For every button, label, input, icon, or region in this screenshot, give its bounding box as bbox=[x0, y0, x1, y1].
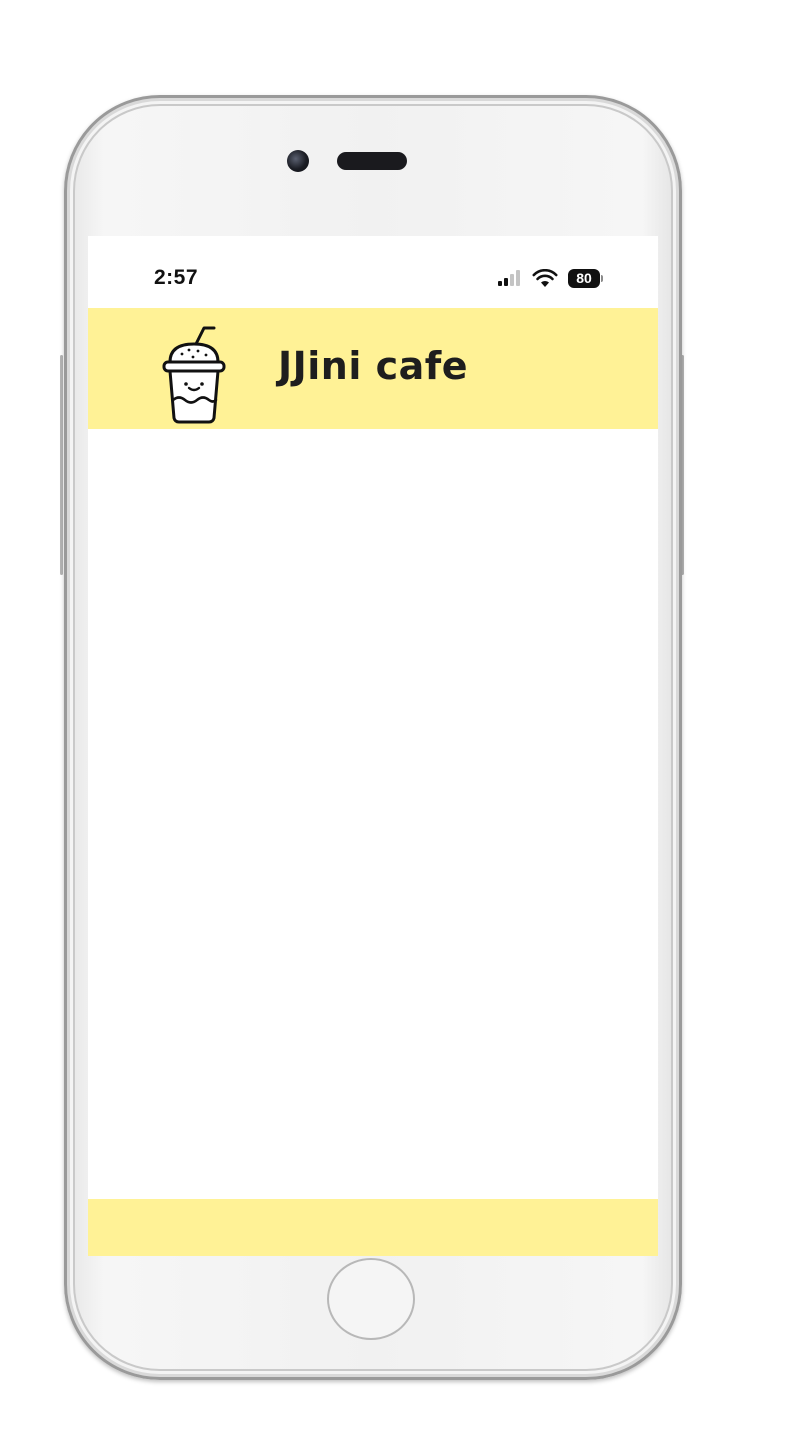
bottom-bar bbox=[88, 1199, 658, 1256]
phone-side-button-left bbox=[60, 355, 63, 575]
app-header: JJini cafe bbox=[88, 308, 658, 429]
battery-cap bbox=[601, 274, 603, 282]
app-title: JJini cafe bbox=[278, 344, 469, 388]
signal-icon bbox=[498, 270, 522, 286]
battery-icon: 80 bbox=[568, 268, 603, 288]
front-camera bbox=[287, 150, 309, 172]
phone-screen: 2:57 80 JJini cafe bbox=[88, 236, 658, 1256]
battery-level: 80 bbox=[568, 268, 600, 288]
wifi-icon bbox=[532, 268, 558, 287]
earpiece-speaker bbox=[337, 152, 407, 170]
status-icons: 80 bbox=[498, 268, 603, 288]
status-time: 2:57 bbox=[154, 266, 199, 289]
home-button[interactable] bbox=[327, 1258, 415, 1340]
cafe-drink-cup-icon bbox=[162, 326, 226, 424]
status-bar: 2:57 80 bbox=[88, 236, 658, 308]
device-mockup: 2:57 80 JJini cafe bbox=[0, 0, 808, 1440]
app-content-area bbox=[88, 429, 658, 1199]
